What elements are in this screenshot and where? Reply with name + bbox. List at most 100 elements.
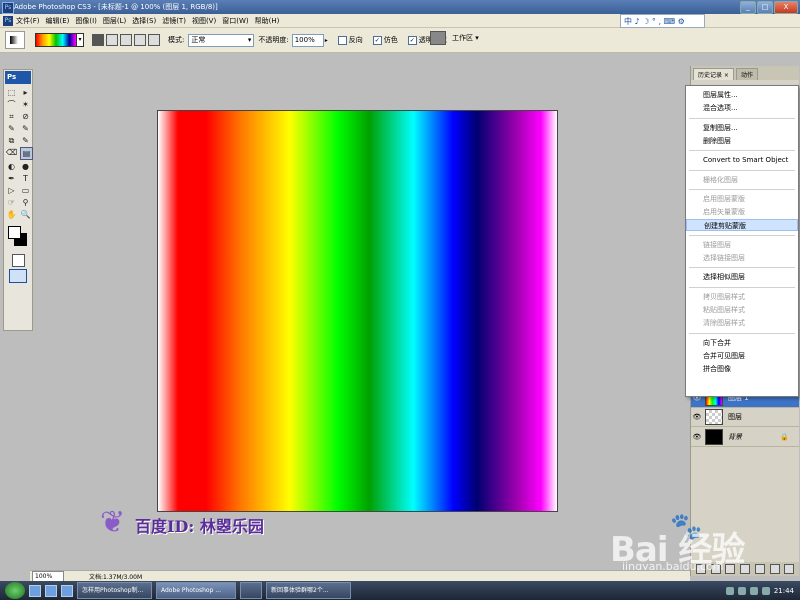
dodge-tool-icon[interactable]: ● bbox=[20, 161, 31, 172]
notes-tool-icon[interactable]: ☞ bbox=[6, 197, 17, 208]
tray-icon[interactable] bbox=[737, 586, 746, 595]
start-button[interactable] bbox=[5, 582, 25, 599]
screen-mode-icon[interactable] bbox=[9, 269, 27, 283]
close-button[interactable]: X bbox=[774, 1, 798, 14]
tray-icon[interactable] bbox=[761, 586, 770, 595]
menu-help[interactable]: 帮助(H) bbox=[255, 16, 280, 26]
ime-toolbar[interactable]: 中 ♪ ☽ ° , ⌨ ⚙ bbox=[620, 14, 705, 28]
brushes-palette-icon[interactable] bbox=[430, 31, 446, 45]
context-menu-item[interactable]: 合并可见图层 bbox=[686, 350, 798, 362]
eye-icon[interactable]: 👁 bbox=[692, 433, 702, 441]
tool-preset-picker[interactable] bbox=[5, 31, 25, 49]
menu-window[interactable]: 窗口(W) bbox=[222, 16, 248, 26]
type-tool-icon[interactable]: T bbox=[20, 173, 31, 184]
context-menu-item: 链接图层 bbox=[703, 240, 731, 249]
eyedropper-tool-icon[interactable]: ⚲ bbox=[20, 197, 31, 208]
document-canvas[interactable] bbox=[157, 110, 558, 512]
crop-tool-icon[interactable]: ⌗ bbox=[6, 111, 17, 122]
healing-brush-tool-icon[interactable]: ✎ bbox=[6, 123, 17, 134]
brush-tool-icon[interactable]: ✎ bbox=[20, 123, 31, 134]
task-player[interactable] bbox=[240, 582, 262, 599]
toolbox-logo[interactable]: Ps bbox=[5, 71, 31, 84]
reflected-gradient-button[interactable] bbox=[134, 34, 146, 46]
tray-icon[interactable] bbox=[749, 586, 758, 595]
context-menu-item[interactable]: 拼合图像 bbox=[686, 363, 798, 375]
gradient-dropdown-icon[interactable]: ▾ bbox=[77, 33, 84, 47]
layer-thumbnail bbox=[705, 429, 723, 445]
angle-gradient-button[interactable] bbox=[120, 34, 132, 46]
zoom-tool-icon[interactable]: 🔍 bbox=[20, 209, 31, 220]
marquee-tool-icon[interactable]: ⬚ bbox=[6, 87, 17, 98]
menu-separator bbox=[689, 267, 795, 269]
pen-tool-icon[interactable]: ✒ bbox=[6, 173, 17, 184]
layer-row-background[interactable]: 👁 背景 🔒 bbox=[691, 428, 799, 447]
context-menu-item[interactable]: 复制图层... bbox=[686, 122, 798, 134]
clock[interactable]: 21:44 bbox=[774, 587, 794, 595]
blur-tool-icon[interactable]: ◐ bbox=[6, 161, 17, 172]
layer-name[interactable]: 图层 bbox=[728, 412, 742, 422]
menu-file[interactable]: 文件(F) bbox=[16, 16, 40, 26]
menu-separator bbox=[689, 117, 795, 119]
diamond-gradient-button[interactable] bbox=[148, 34, 160, 46]
menu-edit[interactable]: 编辑(E) bbox=[46, 16, 70, 26]
quicklaunch-browser-icon[interactable] bbox=[61, 584, 73, 597]
eraser-tool-icon[interactable]: ⌫ bbox=[6, 147, 17, 158]
menu-image[interactable]: 图像(I) bbox=[75, 16, 97, 26]
menu-separator bbox=[689, 234, 795, 236]
transparency-checkbox-box[interactable]: ✓ bbox=[407, 35, 417, 45]
task-browser[interactable]: 怎样用Photoshop制... bbox=[77, 582, 152, 599]
opacity-input[interactable]: 100% bbox=[291, 33, 324, 47]
slice-tool-icon[interactable]: ⊘ bbox=[20, 111, 31, 122]
panel-tabs: 历史记录 × 动作 bbox=[691, 66, 799, 80]
history-brush-tool-icon[interactable]: ✎ bbox=[20, 135, 31, 146]
context-menu-item[interactable]: 删除图层 bbox=[686, 135, 798, 147]
menu-filter[interactable]: 滤镜(T) bbox=[162, 16, 186, 26]
path-selection-tool-icon[interactable]: ▷ bbox=[6, 185, 17, 196]
reverse-checkbox[interactable]: 反向 bbox=[337, 35, 363, 45]
tab-actions[interactable]: 动作 bbox=[735, 68, 758, 80]
photoshop-menu-icon[interactable]: Ps bbox=[3, 15, 13, 26]
context-menu-item[interactable]: 创建剪贴蒙版 bbox=[686, 219, 798, 232]
linear-gradient-button[interactable] bbox=[92, 34, 104, 46]
hand-tool-icon[interactable]: ✋ bbox=[6, 209, 17, 220]
foreground-color-swatch[interactable] bbox=[8, 226, 21, 239]
task-qq[interactable]: 新回事体验群哪2个... bbox=[266, 582, 351, 599]
eye-icon[interactable]: 👁 bbox=[692, 413, 702, 421]
move-tool-icon[interactable]: ▸ bbox=[20, 87, 31, 98]
lasso-tool-icon[interactable]: ⌒ bbox=[6, 99, 17, 110]
butterfly-icon: ❦ bbox=[100, 505, 126, 540]
context-menu-item: 栅格化图层 bbox=[703, 175, 738, 184]
layer-row-2[interactable]: 👁 图层 bbox=[691, 408, 799, 427]
tab-history[interactable]: 历史记录 × bbox=[693, 68, 734, 80]
menu-separator bbox=[689, 188, 795, 190]
quicklaunch-ie-icon[interactable] bbox=[45, 584, 57, 597]
context-menu-item[interactable]: 向下合并 bbox=[686, 337, 798, 349]
dither-checkbox-box[interactable]: ✓ bbox=[372, 35, 382, 45]
tray-icon[interactable] bbox=[725, 586, 734, 595]
opacity-dropdown-icon[interactable]: ▸ bbox=[325, 37, 328, 44]
document-size[interactable]: 文档:1.37M/3.00M bbox=[89, 572, 142, 581]
mode-select[interactable]: 正常 bbox=[188, 33, 255, 47]
gradient-tool-icon[interactable]: ▤ bbox=[20, 147, 33, 160]
context-menu-item[interactable]: 选择相似图层 bbox=[686, 271, 798, 283]
menu-select[interactable]: 选择(S) bbox=[132, 16, 156, 26]
dither-checkbox[interactable]: ✓ 仿色 bbox=[372, 35, 398, 45]
reverse-checkbox-box[interactable] bbox=[337, 35, 347, 45]
menu-view[interactable]: 视图(V) bbox=[192, 16, 216, 26]
menu-layer[interactable]: 图层(L) bbox=[103, 16, 126, 26]
clone-stamp-tool-icon[interactable]: ⧉ bbox=[6, 135, 17, 146]
context-menu-item[interactable]: 图层属性... bbox=[686, 89, 798, 101]
radial-gradient-button[interactable] bbox=[106, 34, 118, 46]
minimize-button[interactable]: _ bbox=[740, 1, 756, 14]
maximize-button[interactable]: □ bbox=[757, 1, 773, 14]
context-menu-item[interactable]: Convert to Smart Object bbox=[686, 154, 798, 166]
context-menu-item[interactable]: 混合选项... bbox=[686, 102, 798, 114]
shape-tool-icon[interactable]: ▭ bbox=[20, 185, 31, 196]
task-photoshop[interactable]: Adobe Photoshop ... bbox=[156, 582, 236, 599]
gradient-picker[interactable] bbox=[35, 33, 77, 47]
magic-wand-tool-icon[interactable]: ✶ bbox=[20, 99, 31, 110]
quicklaunch-explorer-icon[interactable] bbox=[29, 584, 41, 597]
workspace-button[interactable]: 工作区 ▾ bbox=[452, 33, 479, 43]
layer-name[interactable]: 背景 bbox=[728, 432, 742, 442]
quick-mask-icon[interactable] bbox=[11, 254, 25, 267]
